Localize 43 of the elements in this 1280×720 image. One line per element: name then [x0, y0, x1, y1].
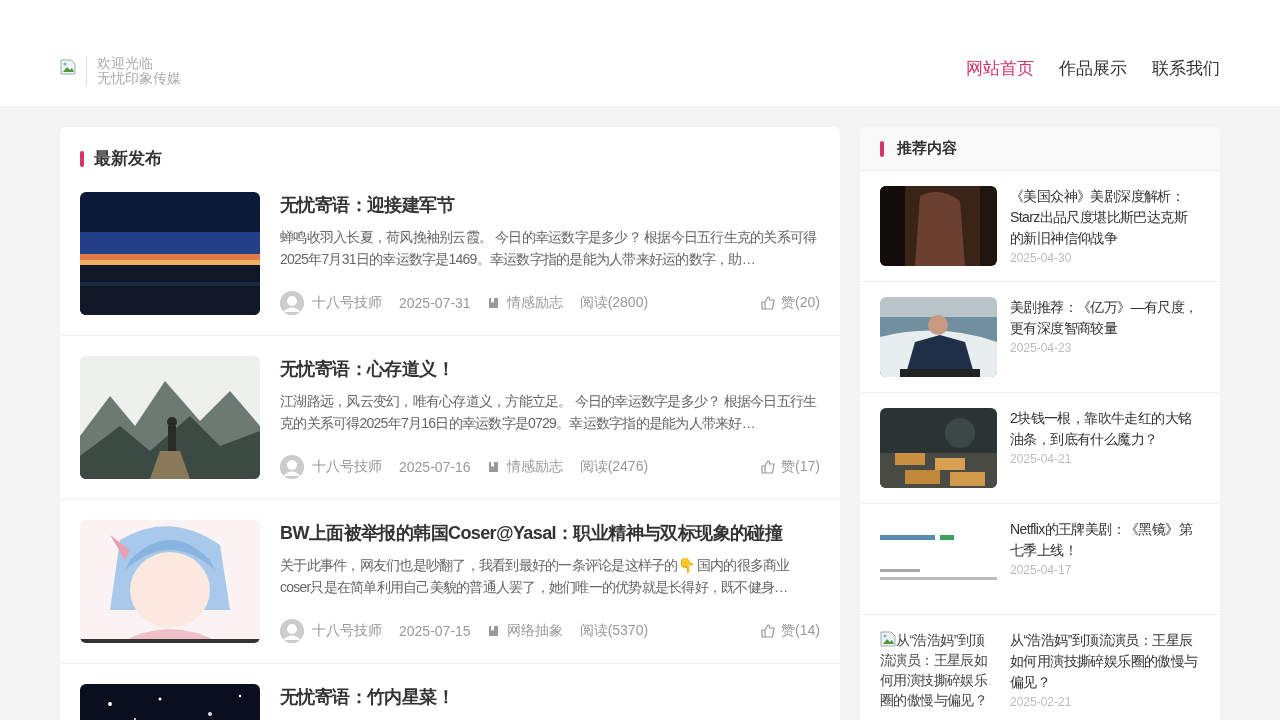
- thumbs-up-icon[interactable]: [761, 624, 776, 638]
- post-date: 2025-07-16: [399, 459, 471, 475]
- article-link[interactable]: 美剧推荐：《亿万》—有尺度，更有深度智商较量: [1010, 297, 1200, 339]
- book-icon: [487, 461, 499, 473]
- post-date: 2025-07-15: [399, 623, 471, 639]
- post-date: 2025-04-23: [1010, 341, 1073, 355]
- post-date: 2025-04-17: [1010, 563, 1073, 577]
- welcome-text: 欢迎光临: [97, 56, 154, 71]
- read-count: 阅读(5370): [579, 622, 649, 640]
- article-title[interactable]: 无忧寄语：迎接建军节: [280, 192, 820, 218]
- article-link[interactable]: 2块钱一根，靠吹牛走红的大铭油条，到底有什么魔力？: [1010, 408, 1200, 450]
- site-name: 无忧印象传媒: [97, 71, 181, 86]
- avatar-icon: [280, 455, 304, 479]
- nav-link[interactable]: 网站首页: [966, 57, 1034, 80]
- article-excerpt: 蝉鸣收羽入长夏，荷风挽袖别云霞。 今日的幸运数字是多少？ 根据今日五行生克的关系可得2025年7月31日的幸运数字是1469。幸运数字指的是能为人带来好运的数字，助…: [280, 228, 818, 269]
- article-link[interactable]: 从“浩浩妈”到顶流演员：王星辰如何用演技撕碎娱乐圈的傲慢与偏见？: [1010, 630, 1200, 693]
- post-date: 2025-04-30: [1010, 251, 1073, 265]
- article-excerpt: 江湖路远，风云变幻，唯有心存道义，方能立足。 今日的幸运数字是多少？ 根据今日五行生克的关系可得2025年7月16日的幸运数字是0729。幸运数字指的是能为人带来好…: [280, 392, 818, 433]
- read-count: 阅读(2476): [579, 458, 649, 476]
- article-title[interactable]: 无忧寄语：竹内星菜！: [280, 684, 820, 710]
- avatar-icon: [280, 619, 304, 643]
- post-date: 2025-07-31: [399, 295, 471, 311]
- article-link[interactable]: Netflix的王牌美剧：《黑镜》第七季上线！: [1010, 519, 1200, 561]
- thumbs-up-icon[interactable]: [761, 460, 776, 474]
- image-alt-text: 从“浩浩妈”到顶流演员：王星辰如何用演技撕碎娱乐圈的傲慢与偏见？: [880, 632, 988, 708]
- like-count: 赞(14): [781, 622, 820, 640]
- like-count: 赞(17): [781, 458, 820, 476]
- book-icon: [487, 625, 499, 637]
- book-icon: [487, 297, 499, 309]
- section-title: 最新发布: [94, 148, 162, 170]
- like-count: 赞(20): [781, 294, 820, 312]
- nav-link[interactable]: 联系我们: [1152, 57, 1220, 80]
- post-date: 2025-02-21: [1010, 695, 1073, 709]
- avatar-icon: [280, 291, 304, 315]
- section-title: 推荐内容: [897, 139, 957, 158]
- article-link[interactable]: 《美国众神》美剧深度解析：Starz出品尺度堪比斯巴达克斯的新旧神信仰战争: [1010, 186, 1200, 249]
- article-excerpt: 关于此事件，网友们也是吵翻了，我看到最好的一条评论是这样子的👇 国内的很多商业coser只是在简单利用自己美貌的普通人罢了，她们唯一的优势就是长得好，既不健身…: [280, 556, 791, 597]
- article-title[interactable]: BW上面被举报的韩国Coser@Yasal：职业精神与双标现象的碰撞: [280, 520, 820, 546]
- nav-link[interactable]: 作品展示: [1059, 57, 1127, 80]
- thumbs-up-icon[interactable]: [761, 296, 776, 310]
- post-date: 2025-04-21: [1010, 452, 1073, 466]
- article-title[interactable]: 无忧寄语：心存道义！: [280, 356, 820, 382]
- read-count: 阅读(2800): [579, 294, 649, 312]
